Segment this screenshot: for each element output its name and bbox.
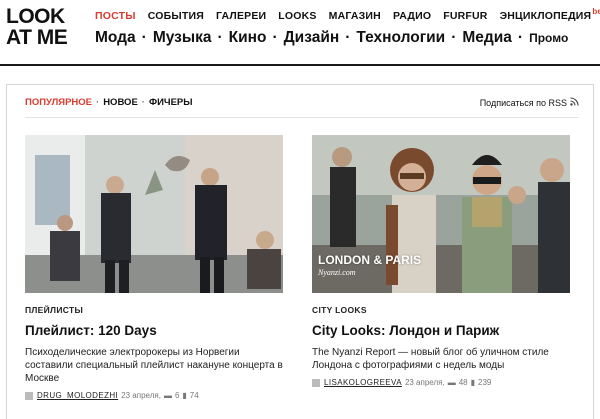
likes-icon: ▮ xyxy=(470,378,476,387)
nav-galleries[interactable]: ГАЛЕРЕИ xyxy=(216,10,266,22)
post-meta: LISAKOLOGREEVA 23 апреля, ▬ 48 ▮ 239 xyxy=(312,378,570,387)
filter-tabs: ПОПУЛЯРНОЕ · НОВОЕ · ФИЧЕРЫ xyxy=(25,97,193,108)
comments-icon: ▬ xyxy=(163,391,172,400)
post-card: ПЛЕЙЛИСТЫ Плейлист: 120 Days Психоделиче… xyxy=(25,135,283,400)
main-nav-separator: · xyxy=(345,29,351,46)
post-description: Психоделические электророкеры из Норвеги… xyxy=(25,347,283,384)
post-meta: DRUG_MOLODEZHI 23 апреля, ▬ 6 ▮ 74 xyxy=(25,391,283,400)
likes-icon: ▮ xyxy=(182,391,187,400)
post-category[interactable]: ПЛЕЙЛИСТЫ xyxy=(25,305,283,315)
main-nav-design[interactable]: Дизайн xyxy=(284,29,340,47)
nav-furfur[interactable]: FURFUR xyxy=(443,10,487,22)
nav-encyclopedia[interactable]: ЭНЦИКЛОПЕДИЯbeta xyxy=(499,7,600,22)
main-nav-separator: · xyxy=(141,29,147,46)
post-date: 23 апреля, xyxy=(404,378,445,387)
post-likes-count: 74 xyxy=(189,391,199,400)
author-avatar xyxy=(312,378,320,387)
post-comments-count: 48 xyxy=(458,378,468,387)
filter-new[interactable]: НОВОЕ xyxy=(103,97,138,108)
post-title[interactable]: Плейлист: 120 Days xyxy=(25,323,283,338)
nav-posts[interactable]: ПОСТЫ xyxy=(95,10,136,22)
main-nav-media[interactable]: Медиа xyxy=(462,29,512,47)
nav-shop[interactable]: МАГАЗИН xyxy=(329,10,381,22)
main-nav-separator: · xyxy=(272,29,278,46)
filter-separator: · xyxy=(96,97,100,108)
nav-radio[interactable]: РАДИО xyxy=(393,10,431,22)
beta-badge: beta xyxy=(592,7,600,16)
main-nav-cinema[interactable]: Кино xyxy=(229,29,267,47)
nav-encyclopedia-label: ЭНЦИКЛОПЕДИЯ xyxy=(499,10,592,22)
rss-subscribe-link[interactable]: Подписаться по RSS xyxy=(480,97,579,108)
main-nav-separator: · xyxy=(451,29,457,46)
post-date: 23 апреля, xyxy=(121,391,161,400)
main-nav-tech[interactable]: Технологии xyxy=(356,29,445,47)
panel-divider xyxy=(25,117,579,118)
filter-features[interactable]: ФИЧЕРЫ xyxy=(149,97,193,108)
post-image-band-photo[interactable] xyxy=(25,135,283,293)
logo-line-2: AT ME xyxy=(6,26,68,49)
post-category[interactable]: CITY LOOKS xyxy=(312,305,570,315)
post-description: The Nyanzi Report — новый блог об улично… xyxy=(312,347,549,371)
filter-separator: · xyxy=(141,97,145,108)
nav-events[interactable]: СОБЫТИЯ xyxy=(148,10,204,22)
main-nav-separator: · xyxy=(217,29,223,46)
author-avatar xyxy=(25,391,33,400)
logo-line-1: LOOK xyxy=(6,5,65,28)
rss-label: Подписаться по RSS xyxy=(479,97,567,108)
main-nav: Мода · Музыка · Кино · Дизайн · Технолог… xyxy=(95,29,568,47)
site-header: LOOK AT ME ПОСТЫ СОБЫТИЯ ГАЛЕРЕИ LOOKS М… xyxy=(0,0,600,66)
post-image-street-style[interactable]: LONDON & PARIS Nyanzi.com xyxy=(312,135,570,293)
post-card: LONDON & PARIS Nyanzi.com CITY LOOKS Cit… xyxy=(312,135,570,387)
top-nav: ПОСТЫ СОБЫТИЯ ГАЛЕРЕИ LOOKS МАГАЗИН РАДИ… xyxy=(95,7,600,22)
post-comments-count: 6 xyxy=(174,391,180,400)
filter-popular[interactable]: ПОПУЛЯРНОЕ xyxy=(25,97,92,108)
site-logo[interactable]: LOOK AT ME xyxy=(6,6,78,48)
image-caption: LONDON & PARIS xyxy=(318,253,422,267)
image-subcaption: Nyanzi.com xyxy=(318,268,356,277)
main-nav-promo[interactable]: Промо xyxy=(529,31,568,45)
nav-looks[interactable]: LOOKS xyxy=(278,10,316,22)
main-nav-music[interactable]: Музыка xyxy=(153,29,212,47)
main-nav-separator: · xyxy=(517,29,524,46)
rss-icon xyxy=(570,97,579,108)
posts-panel: ПОПУЛЯРНОЕ · НОВОЕ · ФИЧЕРЫ Подписаться … xyxy=(6,84,594,419)
post-title[interactable]: City Looks: Лондон и Париж xyxy=(312,323,570,338)
post-author[interactable]: LISAKOLOGREEVA xyxy=(324,378,402,387)
comments-icon: ▬ xyxy=(447,378,456,387)
post-author[interactable]: DRUG_MOLODEZHI xyxy=(37,391,118,400)
post-likes-count: 239 xyxy=(478,378,492,387)
main-nav-fashion[interactable]: Мода xyxy=(95,29,136,47)
